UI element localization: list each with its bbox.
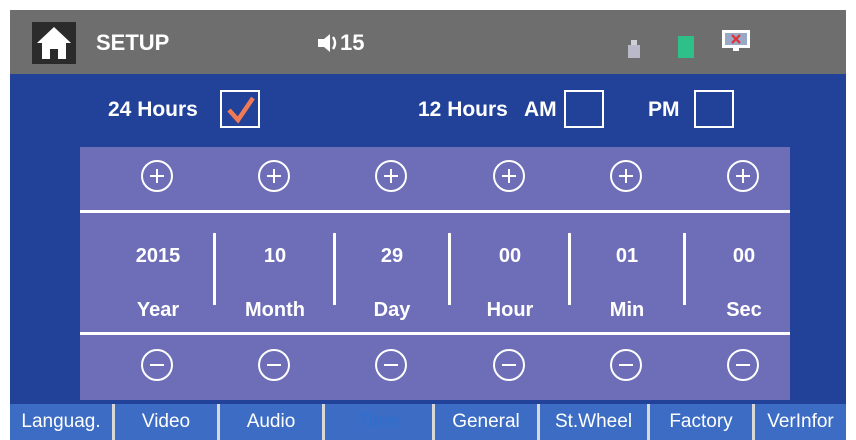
time-panel: 2015 Year 10 Month 29 Day 00 Hour 01 Min… bbox=[80, 147, 790, 400]
sec-label: Sec bbox=[726, 299, 762, 321]
min-decrement-button[interactable] bbox=[609, 348, 643, 382]
sd-card-icon bbox=[678, 36, 694, 58]
time-column-min: 01 Min bbox=[587, 147, 667, 400]
home-button[interactable] bbox=[32, 22, 76, 64]
home-icon bbox=[37, 27, 71, 59]
year-value: 2015 bbox=[135, 245, 181, 267]
tab-language[interactable]: Languag. bbox=[10, 404, 112, 440]
tab-version-info[interactable]: VerInfor bbox=[755, 404, 846, 440]
year-increment-button[interactable] bbox=[140, 159, 174, 193]
check-mark-icon bbox=[227, 96, 255, 124]
usb-icon bbox=[628, 40, 640, 58]
time-column-sec: 00 Sec bbox=[704, 147, 784, 400]
speaker-icon bbox=[318, 34, 337, 52]
time-column-month: 10 Month bbox=[235, 147, 315, 400]
label-24-hours: 24 Hours bbox=[108, 98, 198, 121]
min-label: Min bbox=[609, 299, 645, 321]
day-label: Day bbox=[373, 299, 411, 321]
screen-icon[interactable] bbox=[720, 28, 752, 54]
checkbox-am[interactable] bbox=[564, 90, 604, 128]
month-label: Month bbox=[245, 299, 305, 321]
sec-increment-button[interactable] bbox=[726, 159, 760, 193]
checkbox-pm[interactable] bbox=[694, 90, 734, 128]
hour-label: Hour bbox=[486, 299, 534, 321]
tab-time[interactable]: Time bbox=[325, 404, 432, 440]
year-label: Year bbox=[136, 299, 180, 321]
day-increment-button[interactable] bbox=[374, 159, 408, 193]
tab-factory[interactable]: Factory bbox=[650, 404, 752, 440]
hour-value: 00 bbox=[498, 245, 522, 267]
checkbox-24-hours[interactable] bbox=[220, 90, 260, 128]
month-increment-button[interactable] bbox=[257, 159, 291, 193]
setup-screen: SETUP 15 24 Hours 12 Hours AM PM 2015 Ye… bbox=[10, 10, 846, 440]
column-separator bbox=[568, 233, 571, 305]
day-decrement-button[interactable] bbox=[374, 348, 408, 382]
tab-general[interactable]: General bbox=[435, 404, 537, 440]
min-increment-button[interactable] bbox=[609, 159, 643, 193]
time-column-year: 2015 Year bbox=[118, 147, 198, 400]
column-separator bbox=[448, 233, 451, 305]
header-bar: SETUP 15 bbox=[10, 10, 846, 74]
hour-mode-row: 24 Hours 12 Hours AM PM bbox=[10, 74, 846, 146]
page-title: SETUP bbox=[96, 30, 170, 55]
tab-steering-wheel[interactable]: St.Wheel bbox=[540, 404, 647, 440]
sec-decrement-button[interactable] bbox=[726, 348, 760, 382]
day-value: 29 bbox=[380, 245, 404, 267]
label-am: AM bbox=[524, 98, 557, 121]
year-decrement-button[interactable] bbox=[140, 348, 174, 382]
tab-video[interactable]: Video bbox=[115, 404, 217, 440]
min-value: 01 bbox=[615, 245, 639, 267]
column-separator bbox=[683, 233, 686, 305]
label-pm: PM bbox=[648, 98, 680, 121]
month-decrement-button[interactable] bbox=[257, 348, 291, 382]
hour-increment-button[interactable] bbox=[492, 159, 526, 193]
volume-value: 15 bbox=[340, 30, 365, 55]
month-value: 10 bbox=[263, 245, 287, 267]
hour-decrement-button[interactable] bbox=[492, 348, 526, 382]
sec-value: 00 bbox=[732, 245, 756, 267]
column-separator bbox=[213, 233, 216, 305]
time-column-hour: 00 Hour bbox=[470, 147, 550, 400]
label-12-hours: 12 Hours bbox=[418, 98, 508, 121]
time-column-day: 29 Day bbox=[352, 147, 432, 400]
column-separator bbox=[333, 233, 336, 305]
bottom-tab-bar: Languag. Video Audio Time General St.Whe… bbox=[10, 404, 846, 440]
tab-audio[interactable]: Audio bbox=[220, 404, 322, 440]
